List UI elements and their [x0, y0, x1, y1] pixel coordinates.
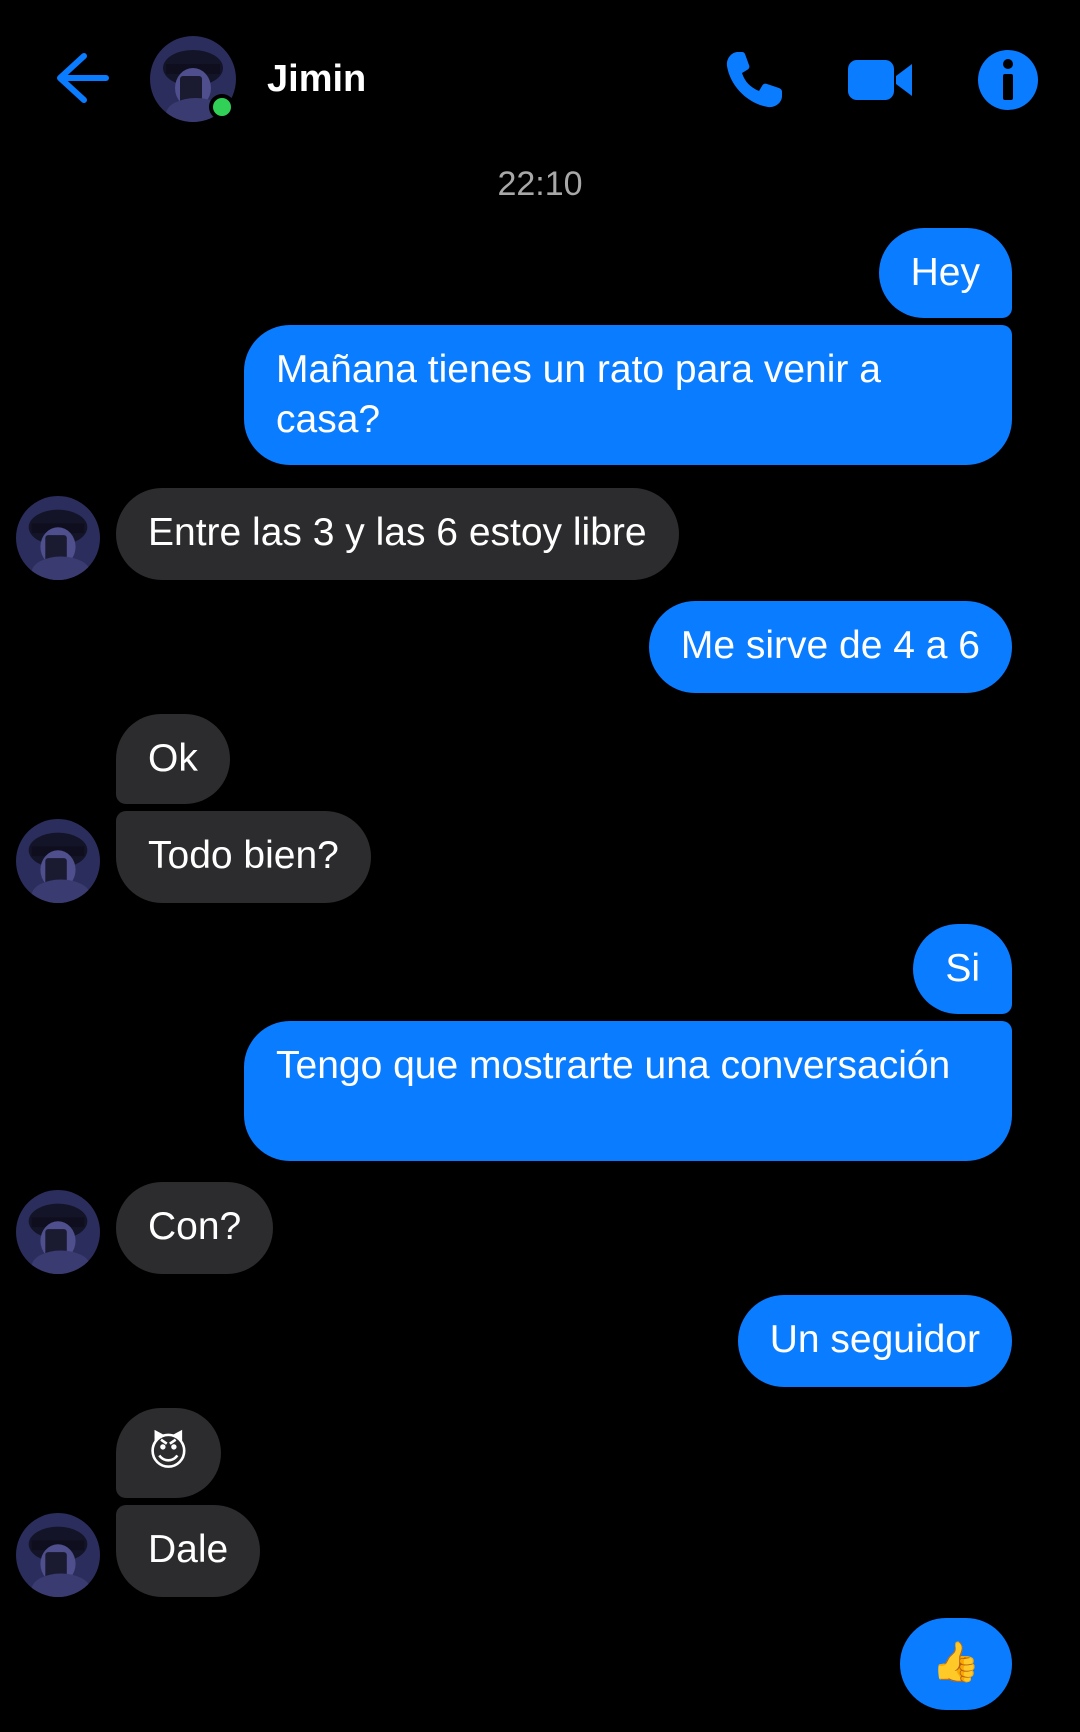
message-outgoing[interactable]: Tengo que mostrarte una conversación — [244, 1021, 1012, 1161]
message-outgoing[interactable]: Mañana tienes un rato para venir a casa? — [244, 325, 1012, 465]
online-status-indicator — [209, 94, 235, 120]
message-incoming[interactable]: Entre las 3 y las 6 estoy libre — [116, 488, 679, 580]
message-timestamp: 22:10 — [497, 165, 583, 203]
message-incoming[interactable]: Con? — [116, 1182, 274, 1274]
message-incoming[interactable]: Ok — [116, 714, 230, 804]
message-incoming-emoji[interactable]: 😈 — [116, 1408, 221, 1498]
contact-avatar-small — [16, 1513, 100, 1597]
message-incoming[interactable]: Dale — [116, 1505, 261, 1597]
contact-avatar-small — [16, 1190, 100, 1274]
message-outgoing[interactable]: Hey — [878, 228, 1012, 318]
info-icon[interactable] — [972, 44, 1044, 116]
chat-header: Jimin — [0, 0, 1080, 150]
phone-icon[interactable] — [718, 44, 790, 116]
message-outgoing[interactable]: Me sirve de 4 a 6 — [648, 601, 1012, 693]
contact-avatar-small — [16, 496, 100, 580]
message-incoming[interactable]: Todo bien? — [116, 811, 371, 903]
messenger-chat-screen: Jimin 22:10 Hey Mañana tienes un rato pa… — [0, 0, 1080, 1732]
message-outgoing-thumbs-up[interactable]: 👍 — [900, 1618, 1012, 1710]
video-camera-icon[interactable] — [842, 46, 918, 114]
message-outgoing[interactable]: Un seguidor — [737, 1295, 1012, 1387]
message-outgoing[interactable]: Si — [913, 924, 1012, 1014]
contact-name[interactable]: Jimin — [267, 58, 366, 101]
contact-avatar-small — [16, 819, 100, 903]
back-arrow-icon[interactable] — [44, 42, 116, 114]
